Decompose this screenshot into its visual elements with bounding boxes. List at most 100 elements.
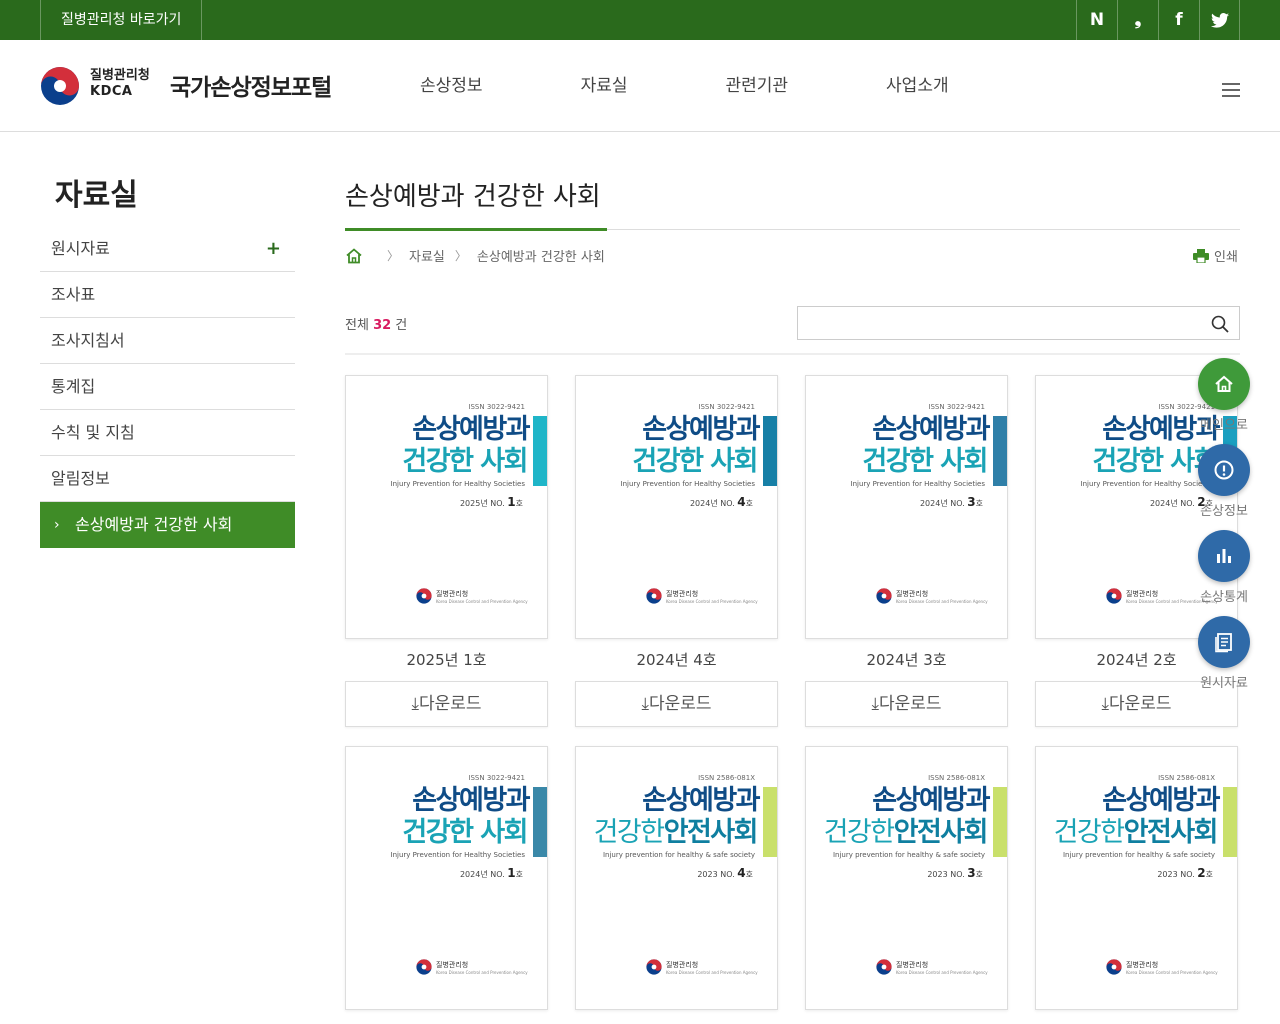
cover-subtitle: Injury Prevention for Healthy Societies bbox=[620, 480, 755, 488]
sidebar-menu: 원시자료 + 조사표 조사지침서 통계집 수칙 및 지침 알림정보 › 손상예방… bbox=[40, 226, 295, 548]
cover-subtitle: Injury prevention for healthy & safe soc… bbox=[602, 851, 755, 859]
sidebar-item-statistics[interactable]: 통계집 bbox=[40, 364, 295, 410]
chevron-right-icon: › bbox=[54, 517, 60, 533]
download-button[interactable]: ⤓다운로드 bbox=[575, 681, 778, 727]
list-divider bbox=[345, 353, 1240, 355]
cover-issn: ISSN 3022-9421 bbox=[928, 403, 985, 411]
breadcrumb: 〉 자료실 〉 손상예방과 건강한 사회 bbox=[345, 246, 605, 265]
print-label: 인쇄 bbox=[1214, 250, 1238, 265]
cover-color-bar bbox=[993, 787, 1007, 857]
sidebar-item-journal[interactable]: › 손상예방과 건강한 사회 bbox=[40, 502, 295, 548]
publication-label: 2024년 3호 bbox=[866, 651, 947, 669]
home-icon[interactable] bbox=[345, 247, 363, 265]
publication-cover[interactable]: ISSN 3022-9421 손상예방과 건강한 사회 Injury Preve… bbox=[805, 375, 1008, 639]
cover-title-line1: 손상예방과 bbox=[872, 414, 990, 445]
cover-subtitle: Injury Prevention for Healthy Societies bbox=[850, 480, 985, 488]
cover-agency: 질병관리청 Korea Disease Control and Preventio… bbox=[416, 959, 528, 975]
facebook-icon[interactable]: f bbox=[1158, 0, 1199, 40]
breadcrumb-item[interactable]: 자료실 bbox=[409, 246, 445, 265]
cover-agency: 질병관리청 Korea Disease Control and Preventio… bbox=[876, 588, 988, 604]
cover-color-bar bbox=[993, 416, 1007, 486]
cover-title-line2: 건강한 사회 bbox=[402, 446, 528, 477]
total-prefix: 전체 bbox=[345, 318, 369, 333]
total-suffix: 건 bbox=[395, 318, 408, 333]
sidebar-item-label: 알림정보 bbox=[51, 469, 110, 488]
quick-menu-injury-info[interactable]: 손상정보 bbox=[1197, 444, 1251, 530]
nav-item-about[interactable]: 사업소개 bbox=[886, 40, 949, 132]
publication-cover[interactable]: ISSN 3022-9421 손상예방과 건강한 사회 Injury Preve… bbox=[345, 746, 548, 1010]
sidebar-item-label: 조사표 bbox=[51, 285, 96, 304]
sidebar-item-survey-guide[interactable]: 조사지침서 bbox=[40, 318, 295, 364]
sidebar-item-raw-data[interactable]: 원시자료 + bbox=[40, 226, 295, 272]
kdca-emblem-icon bbox=[646, 959, 662, 975]
download-button[interactable]: ⤓다운로드 bbox=[805, 681, 1008, 727]
quick-menu: 메인으로 손상정보 손상통계 원시자료 bbox=[1197, 358, 1251, 702]
title-accent-line bbox=[345, 228, 607, 231]
sidebar-item-label: 조사지침서 bbox=[51, 331, 125, 350]
cover-color-bar bbox=[533, 787, 547, 857]
portal-title[interactable]: 국가손상정보포털 bbox=[170, 68, 332, 102]
org-logo-text[interactable]: 질병관리청 KDCA bbox=[90, 68, 150, 100]
cover-title-line2: 건강한안전사회 bbox=[1053, 817, 1219, 848]
publication-cover[interactable]: ISSN 3022-9421 손상예방과 건강한 사회 Injury Preve… bbox=[575, 375, 778, 639]
kdca-emblem-icon bbox=[646, 588, 662, 604]
publication-grid: ISSN 3022-9421 손상예방과 건강한 사회 Injury Preve… bbox=[345, 375, 1238, 1010]
publication-cover[interactable]: ISSN 2586-081X 손상예방과 건강한안전사회 Injury prev… bbox=[1035, 746, 1238, 1010]
kdca-emblem-icon bbox=[416, 959, 432, 975]
quick-menu-raw-data[interactable]: 원시자료 bbox=[1197, 616, 1251, 702]
sidebar-title: 자료실 bbox=[55, 178, 138, 213]
breadcrumb-separator-icon: 〉 bbox=[387, 249, 400, 263]
quick-menu-statistics[interactable]: 손상통계 bbox=[1197, 530, 1251, 616]
cover-issue: 2023 NO. 4호 bbox=[697, 866, 753, 880]
twitter-icon[interactable] bbox=[1199, 0, 1240, 40]
publication-cover[interactable]: ISSN 2586-081X 손상예방과 건강한안전사회 Injury prev… bbox=[805, 746, 1008, 1010]
sns-links: N ❟ f bbox=[1076, 0, 1240, 40]
cover-agency: 질병관리청 Korea Disease Control and Preventio… bbox=[416, 588, 528, 604]
page-title: 손상예방과 건강한 사회 bbox=[345, 182, 601, 212]
expand-plus-icon[interactable]: + bbox=[266, 226, 281, 272]
search-icon[interactable] bbox=[1211, 315, 1229, 333]
publication-card: ISSN 3022-9421 손상예방과 건강한 사회 Injury Preve… bbox=[575, 375, 778, 727]
sidebar-item-survey[interactable]: 조사표 bbox=[40, 272, 295, 318]
naver-blog-icon[interactable]: N bbox=[1076, 0, 1117, 40]
sidebar-item-label: 통계집 bbox=[51, 377, 96, 396]
sidebar-item-notices[interactable]: 알림정보 bbox=[40, 456, 295, 502]
cover-color-bar bbox=[763, 416, 777, 486]
cover-subtitle: Injury Prevention for Healthy Societies bbox=[390, 480, 525, 488]
search-input[interactable] bbox=[798, 307, 1198, 339]
cover-issn: ISSN 3022-9421 bbox=[468, 403, 525, 411]
cover-subtitle: Injury prevention for healthy & safe soc… bbox=[1062, 851, 1215, 859]
nav-item-injury-info[interactable]: 손상정보 bbox=[420, 40, 483, 132]
cover-title-line2: 건강한안전사회 bbox=[593, 817, 759, 848]
publication-cover[interactable]: ISSN 2586-081X 손상예방과 건강한안전사회 Injury prev… bbox=[575, 746, 778, 1010]
publication-cover[interactable]: ISSN 3022-9421 손상예방과 건강한 사회 Injury Preve… bbox=[345, 375, 548, 639]
quick-menu-main[interactable]: 메인으로 bbox=[1197, 358, 1251, 444]
cover-color-bar bbox=[533, 416, 547, 486]
home-icon bbox=[1198, 358, 1250, 410]
publication-label: 2025년 1호 bbox=[406, 651, 487, 669]
print-button[interactable]: 인쇄 bbox=[1193, 246, 1238, 265]
kdca-emblem-icon bbox=[1106, 959, 1122, 975]
cover-issn: ISSN 2586-081X bbox=[928, 774, 985, 782]
main-nav: 손상정보 자료실 관련기관 사업소개 bbox=[420, 40, 1047, 132]
menu-icon[interactable] bbox=[1222, 83, 1240, 97]
nav-item-archive[interactable]: 자료실 bbox=[581, 40, 628, 132]
cover-title-line1: 손상예방과 bbox=[642, 785, 760, 816]
kdca-emblem-icon bbox=[876, 588, 892, 604]
kdca-emblem-icon[interactable] bbox=[40, 66, 80, 106]
kdca-link[interactable]: 질병관리청 바로가기 bbox=[40, 0, 203, 40]
cover-title-line1: 손상예방과 bbox=[642, 414, 760, 445]
quick-menu-label: 손상통계 bbox=[1200, 590, 1248, 605]
printer-icon bbox=[1193, 248, 1209, 263]
cover-issn: ISSN 2586-081X bbox=[698, 774, 755, 782]
cover-subtitle: Injury Prevention for Healthy Societies bbox=[1080, 480, 1215, 488]
cover-issue: 2024년 NO. 3호 bbox=[919, 495, 983, 509]
download-button[interactable]: ⤓다운로드 bbox=[345, 681, 548, 727]
cover-title-line1: 손상예방과 bbox=[412, 414, 530, 445]
cover-agency: 질병관리청 Korea Disease Control and Preventio… bbox=[646, 588, 758, 604]
kakao-story-icon[interactable]: ❟ bbox=[1117, 0, 1158, 40]
nav-item-related-orgs[interactable]: 관련기관 bbox=[725, 40, 788, 132]
cover-issue: 2023 NO. 3호 bbox=[927, 866, 983, 880]
sidebar-item-guidelines[interactable]: 수칙 및 지침 bbox=[40, 410, 295, 456]
sidebar-item-label: 수칙 및 지침 bbox=[51, 423, 135, 442]
